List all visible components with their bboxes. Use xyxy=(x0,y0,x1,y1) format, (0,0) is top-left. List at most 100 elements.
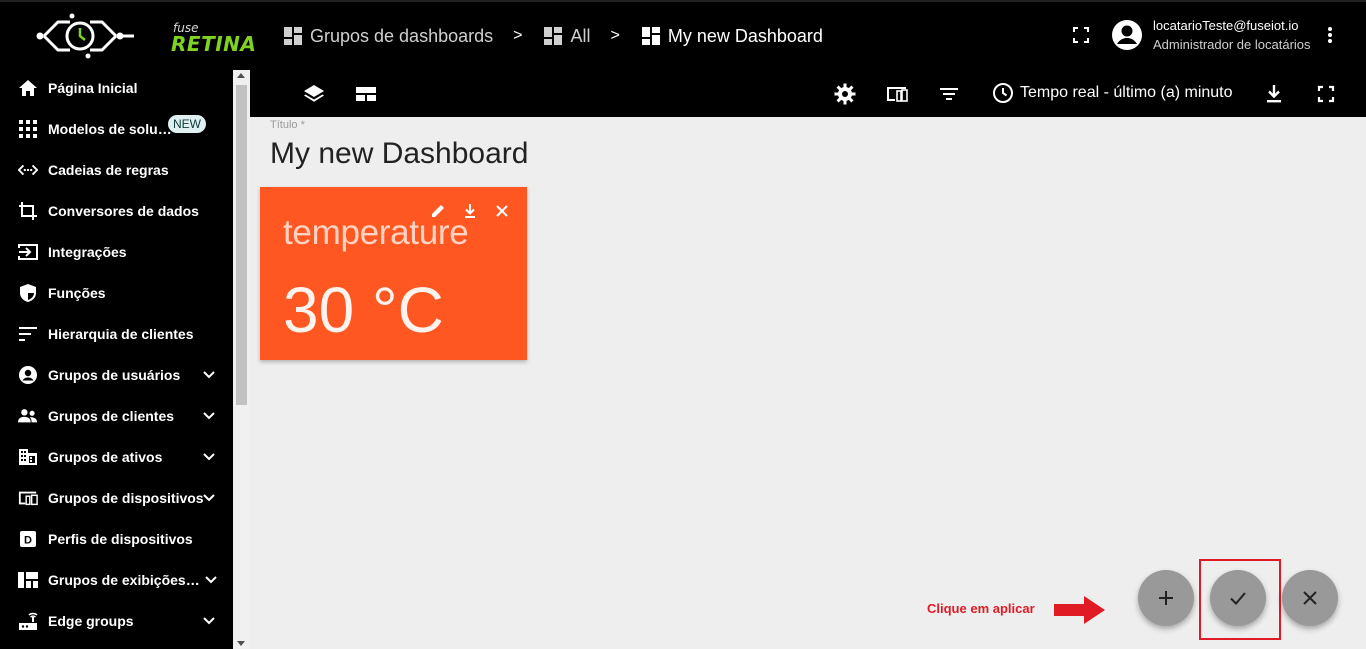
sidebar-item-roles[interactable]: Funções xyxy=(0,272,233,313)
breadcrumb-label: All xyxy=(570,25,591,46)
device-profile-icon: D xyxy=(18,529,38,549)
title-field-label: Título * xyxy=(270,119,305,131)
clock-icon xyxy=(993,83,1013,103)
sidebar-item-home[interactable]: Página Inicial xyxy=(0,70,233,108)
add-widget-button[interactable] xyxy=(1138,570,1194,626)
breadcrumb-item-dashboard-groups[interactable]: Grupos de dashboards xyxy=(284,26,493,47)
sidebar-item-label: Modelos de solução xyxy=(48,120,178,137)
arrow-right-icon xyxy=(1054,596,1105,624)
top-bar: fuse RETINA Grupos de dashboards > All >… xyxy=(0,0,1366,70)
domain-icon xyxy=(18,447,38,467)
security-icon xyxy=(18,283,38,303)
scroll-down-arrow-icon[interactable] xyxy=(237,641,245,646)
sidebar-item-label: Página Inicial xyxy=(48,79,138,96)
dashboard-toolbar: Tempo real - último (a) minuto xyxy=(250,70,1366,117)
chevron-down-icon[interactable] xyxy=(201,449,217,465)
router-icon xyxy=(18,611,38,631)
sidebar-item-user-groups[interactable]: Grupos de usuários xyxy=(0,354,233,395)
highlight-box xyxy=(1199,559,1281,640)
breadcrumb-item-current: My new Dashboard xyxy=(641,25,823,47)
fullscreen-icon[interactable] xyxy=(1073,27,1089,43)
sidebar-item-label: Hierarquia de clientes xyxy=(48,325,194,342)
breadcrumb-item-all[interactable]: All xyxy=(544,26,590,47)
sidebar-item-edge-groups[interactable]: Edge groups xyxy=(0,600,233,641)
devices-other-icon xyxy=(18,488,38,508)
sidebar-item-label: Grupos de ativos xyxy=(48,448,163,465)
download-icon[interactable] xyxy=(1262,82,1286,106)
sidebar-item-data-converters[interactable]: Conversores de dados xyxy=(0,190,233,231)
download-icon[interactable] xyxy=(462,203,478,219)
sidebar-item-label: Grupos de clientes xyxy=(48,407,175,424)
apps-icon xyxy=(18,119,38,139)
transform-icon xyxy=(18,201,38,221)
sidebar-scrollbar[interactable] xyxy=(233,70,250,649)
sidebar-item-entity-view-groups[interactable]: Grupos de exibições de entidades xyxy=(0,559,233,600)
sidebar-item-label: Conversores de dados xyxy=(48,202,199,219)
user-email[interactable]: locatarioTeste@fuseiot.io xyxy=(1153,18,1298,33)
svg-text:D: D xyxy=(24,534,32,546)
chevron-down-icon[interactable] xyxy=(201,490,217,506)
more-vert-icon[interactable] xyxy=(1321,25,1339,45)
home-icon xyxy=(18,78,38,98)
timewindow-label: Tempo real - último (a) minuto xyxy=(1020,84,1233,101)
brand-logo[interactable]: fuse RETINA xyxy=(34,6,256,64)
input-icon xyxy=(18,242,38,262)
app-root: fuse RETINA Grupos de dashboards > All >… xyxy=(0,0,1366,649)
sidebar-item-customer-hierarchy[interactable]: Hierarquia de clientes xyxy=(0,313,233,354)
sidebar-item-rule-chains[interactable]: Cadeias de regras xyxy=(0,149,233,190)
devices-icon[interactable] xyxy=(885,82,909,106)
sidebar-item-customer-groups[interactable]: Grupos de clientes xyxy=(0,395,233,436)
dashboard-icon xyxy=(284,27,302,45)
account-circle-icon xyxy=(18,365,38,385)
sidebar-item-label: Integrações xyxy=(48,243,127,260)
view-quilt-icon xyxy=(18,570,38,590)
chevron-down-icon[interactable] xyxy=(203,572,219,588)
breadcrumb-separator: > xyxy=(513,27,523,44)
fullscreen-icon[interactable] xyxy=(1314,82,1338,106)
breadcrumb-separator: > xyxy=(610,27,620,44)
user-role: Administrador de locatários xyxy=(1153,37,1311,52)
gear-icon[interactable] xyxy=(833,82,857,106)
filter-icon[interactable] xyxy=(937,82,961,106)
close-icon[interactable] xyxy=(494,203,510,219)
supervisor-account-icon xyxy=(18,406,38,426)
layers-icon[interactable] xyxy=(302,82,326,106)
widget-title: temperature xyxy=(283,213,469,252)
breadcrumb-label: My new Dashboard xyxy=(667,25,823,46)
plus-icon xyxy=(1159,591,1173,605)
brand-name: RETINA xyxy=(171,32,257,56)
sidebar-item-integrations[interactable]: Integrações xyxy=(0,231,233,272)
edit-icon[interactable] xyxy=(430,203,446,219)
sidebar: Página Inicial Modelos de solução NEW Ca… xyxy=(0,70,233,649)
sidebar-item-label: Cadeias de regras xyxy=(48,161,169,178)
sidebar-item-label: Grupos de dispositivos xyxy=(48,489,204,506)
scroll-up-arrow-icon[interactable] xyxy=(237,73,245,78)
sidebar-item-label: Edge groups xyxy=(48,612,134,629)
close-icon xyxy=(1303,591,1317,605)
breadcrumb-label: Grupos de dashboards xyxy=(310,25,494,46)
layouts-icon[interactable] xyxy=(354,82,378,106)
settings-ethernet-icon xyxy=(18,160,38,180)
sidebar-item-device-groups[interactable]: Grupos de dispositivos xyxy=(0,477,233,518)
temperature-widget[interactable]: temperature 30 °C xyxy=(260,187,527,360)
cancel-edit-button[interactable] xyxy=(1282,570,1338,626)
sidebar-item-asset-groups[interactable]: Grupos de ativos xyxy=(0,436,233,477)
dashboard-title-field[interactable]: My new Dashboard xyxy=(270,137,528,171)
timewindow-selector[interactable]: Tempo real - último (a) minuto xyxy=(992,82,1233,104)
dashboard-icon xyxy=(544,27,563,45)
apply-instruction-note: Clique em aplicar xyxy=(927,601,1035,616)
chevron-down-icon[interactable] xyxy=(201,613,217,629)
sort-icon xyxy=(18,324,38,344)
avatar[interactable] xyxy=(1111,19,1143,51)
dashboard-canvas: Título * My new Dashboard temperature 30… xyxy=(250,117,1366,649)
new-badge: NEW xyxy=(168,115,206,133)
sidebar-item-label: Perfis de dispositivos xyxy=(48,530,193,547)
chevron-down-icon[interactable] xyxy=(201,367,217,383)
scroll-thumb[interactable] xyxy=(236,85,247,405)
sidebar-item-label: Funções xyxy=(48,284,106,301)
logo-emblem-icon xyxy=(36,13,134,59)
sidebar-item-label: Grupos de usuários xyxy=(48,366,181,383)
sidebar-item-device-profiles[interactable]: D Perfis de dispositivos xyxy=(0,518,233,559)
chevron-down-icon[interactable] xyxy=(201,408,217,424)
widget-value: 30 °C xyxy=(283,274,444,346)
